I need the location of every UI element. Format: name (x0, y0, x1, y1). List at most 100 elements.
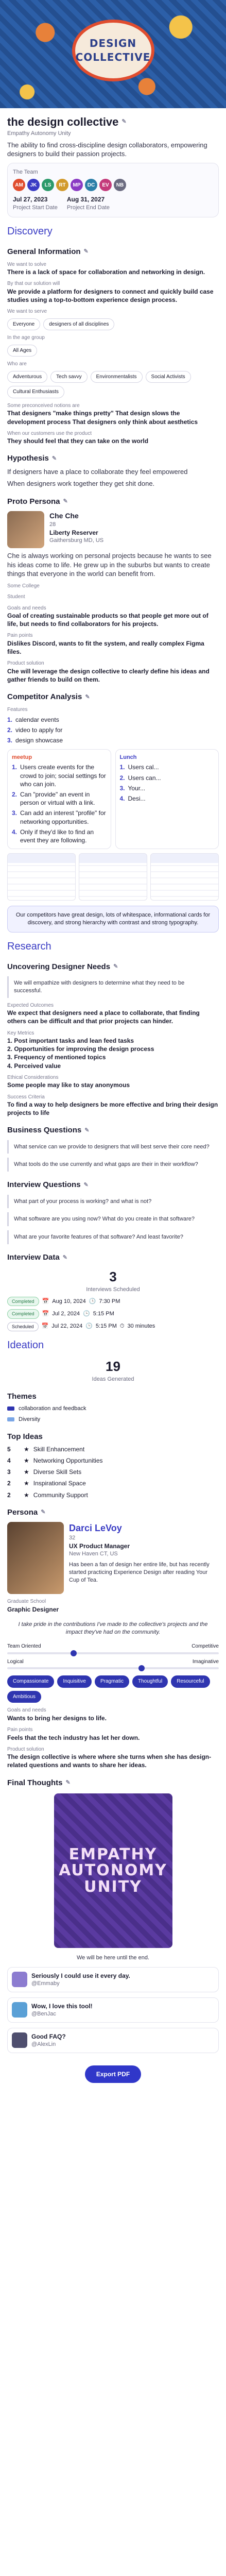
calendar-icon: 📅 (42, 1298, 49, 1304)
age-chip[interactable]: All Ages (7, 344, 38, 357)
persona-age: 32 (69, 1535, 76, 1541)
trait-slider[interactable] (7, 1665, 219, 1672)
edit-icon[interactable]: ✎ (41, 1509, 45, 1516)
proto-persona-name: Che Che (49, 511, 79, 520)
trait-chip[interactable]: Ambitious (7, 1690, 41, 1703)
hypothesis-line-2: When designers work together they get sh… (7, 480, 155, 488)
metric-item: 4. Perceived value (7, 1062, 61, 1070)
status-badge: Completed (7, 1309, 39, 1319)
comment-item[interactable]: Good FAQ? @AlexLin (7, 2027, 219, 2053)
team-avatar[interactable]: AM (13, 179, 25, 192)
audience-chip[interactable]: designers of all disciplines (43, 318, 115, 331)
student-label: Student (7, 594, 25, 600)
competitor-cards: meetup 1. Users create events for the cro… (7, 749, 219, 850)
vote-count: 3 (7, 1468, 11, 1476)
vote-count: 4 (7, 1457, 11, 1465)
interview-question: What part of your process is working? an… (7, 1194, 219, 1209)
feel-label: When our customers use the product (7, 430, 92, 436)
page-title: the design collective ✎ (7, 115, 127, 128)
idea-row[interactable]: 3 ★ Diverse Skill Sets (7, 1468, 219, 1476)
edit-icon[interactable]: ✎ (63, 1254, 67, 1262)
slider-knob[interactable] (138, 1665, 145, 1672)
trait-chip[interactable]: Cultural Enthusiasts (7, 386, 64, 398)
business-questions-heading: Business Questions ✎ (7, 1126, 90, 1135)
trait-chip[interactable]: Thoughtful (132, 1675, 168, 1688)
idea-row[interactable]: 5 ★ Skill Enhancement (7, 1445, 219, 1453)
comment-thumbnail (12, 2002, 27, 2018)
interview-row[interactable]: Scheduled 📅 Jul 22, 2024 🕒 5:15 PM ⏱ 30 … (7, 1321, 219, 1331)
edit-icon[interactable]: ✎ (65, 1779, 70, 1787)
theme-item[interactable]: collaboration and feedback (7, 1405, 219, 1413)
competitor-card-meetup[interactable]: meetup 1. Users create events for the cro… (7, 749, 111, 850)
team-avatar[interactable]: JK (27, 179, 40, 192)
trait-chip[interactable]: Resourceful (171, 1675, 210, 1688)
persona-edu-label: Graduate School (7, 1599, 46, 1605)
team-avatar[interactable]: RT (56, 179, 68, 192)
edit-icon[interactable]: ✎ (84, 248, 89, 256)
competitor-screenshot[interactable] (150, 853, 219, 901)
persona-pain-label: Pain points (7, 1727, 33, 1733)
persona-photo (7, 1522, 64, 1595)
trait-chip[interactable]: Adventurous (7, 370, 48, 383)
edit-icon[interactable]: ✎ (84, 1127, 89, 1134)
theme-item[interactable]: Diversity (7, 1416, 219, 1423)
edit-icon[interactable]: ✎ (52, 455, 57, 463)
interview-count-label: Interviews Scheduled (86, 1286, 140, 1293)
star-icon: ★ (24, 1480, 29, 1487)
trait-slider[interactable] (7, 1650, 219, 1656)
trait-chip[interactable]: Environmentalists (90, 370, 143, 383)
comment-item[interactable]: Seriously I could use it every day. @Emm… (7, 1967, 219, 1992)
idea-row[interactable]: 2 ★ Community Support (7, 1491, 219, 1499)
team-label: The Team (13, 168, 38, 175)
status-badge: Scheduled (7, 1321, 39, 1331)
competitor-screenshot[interactable] (7, 853, 76, 901)
audience-chip[interactable]: Everyone (7, 318, 41, 331)
persona-solution-label: Product solution (7, 1746, 44, 1752)
timer-icon: ⏱ (119, 1323, 125, 1330)
edit-icon[interactable]: ✎ (121, 118, 126, 126)
star-icon: ★ (24, 1457, 29, 1465)
comment-item[interactable]: Wow, I love this tool! @BenJac (7, 1997, 219, 2023)
trait-chip[interactable]: Tech savvy (50, 370, 88, 383)
team-avatar[interactable]: MP (71, 179, 83, 192)
team-avatar[interactable]: NB (114, 179, 126, 192)
persona-goals-value: Wants to bring her designs to life. (7, 1714, 107, 1722)
slider-knob[interactable] (71, 1650, 77, 1656)
competitor-card-lunch[interactable]: Lunch 1. Users cal... 2. Users can... 3. Yo… (115, 749, 219, 850)
trait-chip[interactable]: Inquisitive (57, 1675, 92, 1688)
edit-icon[interactable]: ✎ (85, 693, 90, 701)
team-avatar[interactable]: DC (85, 179, 97, 192)
idea-row[interactable]: 2 ★ Inspirational Space (7, 1479, 219, 1487)
idea-row[interactable]: 4 ★ Networking Opportunities (7, 1456, 219, 1465)
start-date-label: Project Start Date (13, 204, 58, 211)
export-pdf-button[interactable]: Export PDF (84, 2065, 142, 2083)
emblem-line-1: DESIGN (89, 37, 137, 49)
edit-icon[interactable]: ✎ (84, 1181, 89, 1189)
team-avatar[interactable]: EV (99, 179, 112, 192)
team-card: The Team AM JK LS RT MP DC EV NB Jul 27, 2023 P… (7, 162, 219, 217)
ideas-count-label: Ideas Generated (92, 1376, 134, 1382)
ideas-count: 19 Ideas Generated (7, 1358, 219, 1383)
ideation-heading: Ideation (7, 1339, 44, 1351)
feel-value: They should feel that they can take on t… (7, 437, 149, 445)
edit-icon[interactable]: ✎ (63, 498, 68, 505)
trait-chip[interactable]: Pragmatic (94, 1675, 129, 1688)
end-date-label: Project End Date (66, 204, 110, 211)
who-label: Who are (7, 361, 27, 367)
success-label: Success Criteria (7, 1094, 45, 1100)
competitor-screenshot[interactable] (79, 853, 147, 901)
interview-row[interactable]: Completed 📅 Aug 10, 2024 🕒 7:30 PM (7, 1297, 219, 1307)
outcome-value: We expect that designers need a place to… (7, 1009, 200, 1025)
trait-chip[interactable]: Compassionate (7, 1675, 55, 1688)
trait-chip[interactable]: Social Activists (145, 370, 191, 383)
persona-traits: Compassionate Inquisitive Pragmatic Thou… (7, 1675, 219, 1703)
edit-icon[interactable]: ✎ (113, 963, 118, 971)
end-date: Aug 31, 2027 (66, 196, 105, 204)
general-info-heading: General Information ✎ (7, 247, 89, 256)
team-avatar[interactable]: LS (42, 179, 54, 192)
proto-persona-bio: Che is always working on personal projec… (7, 551, 212, 578)
calendar-icon: 📅 (42, 1311, 49, 1317)
success-value: To find a way to help designers be more … (7, 1101, 218, 1117)
interview-row[interactable]: Completed 📅 Jul 2, 2024 🕒 5:15 PM (7, 1309, 219, 1319)
project-dates: Jul 27, 2023 Project Start Date Aug 31, … (13, 195, 213, 211)
